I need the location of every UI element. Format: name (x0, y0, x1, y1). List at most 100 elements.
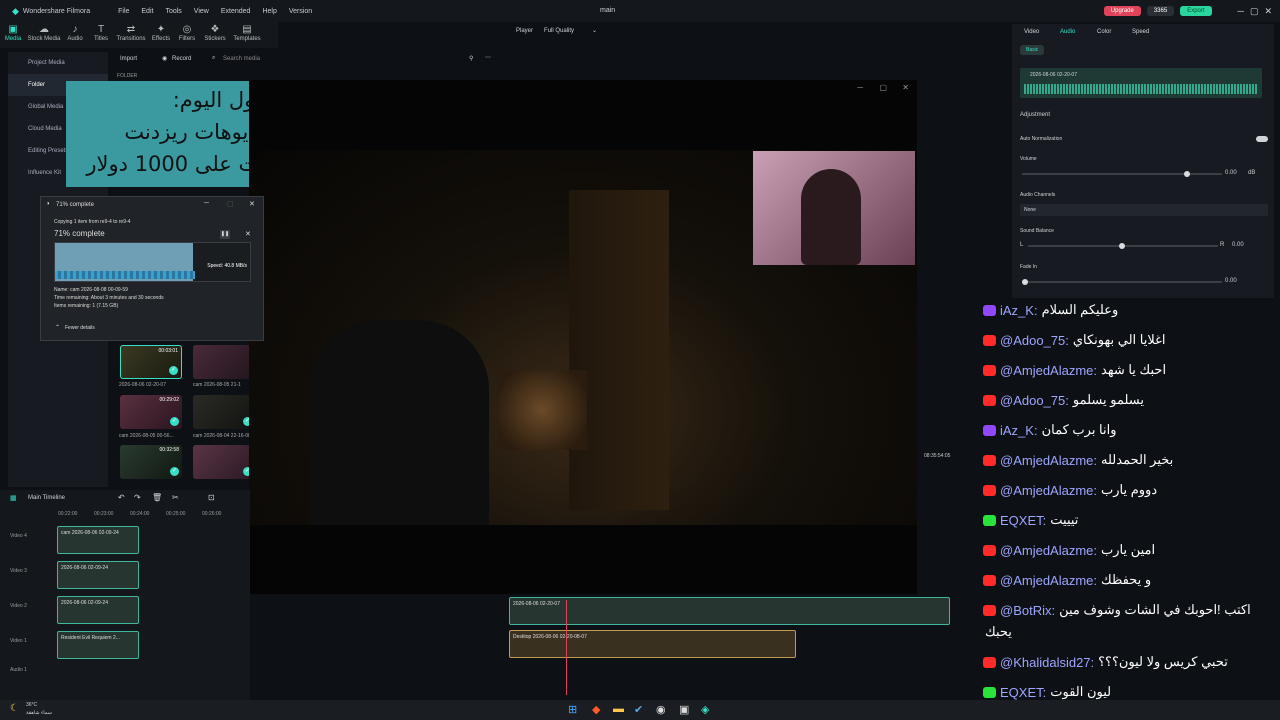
menu-view[interactable]: View (194, 8, 209, 15)
dialog-minimize-icon[interactable]: ─ (204, 200, 209, 207)
dialog-maximize-icon[interactable]: ▢ (227, 200, 234, 208)
volume-value[interactable]: 0.00 (1225, 170, 1237, 176)
record-button[interactable]: Record (172, 56, 191, 62)
obs-icon[interactable]: ◉ (656, 703, 666, 716)
filmora-icon[interactable]: ◈ (701, 703, 709, 716)
tab-video[interactable]: Video (1024, 29, 1039, 35)
upgrade-button[interactable]: Upgrade (1103, 6, 1141, 16)
ribbon-filters[interactable]: ◎ Filters (174, 22, 200, 48)
ribbon-transitions[interactable]: ⇄ Transitions (114, 22, 148, 48)
adjustment-header: Adjustment (1020, 112, 1051, 118)
quality-select[interactable]: Full Quality (544, 28, 574, 34)
menu-tools[interactable]: Tools (165, 8, 181, 15)
tab-color[interactable]: Color (1097, 29, 1111, 35)
minimize-icon[interactable]: ─ (1238, 6, 1244, 16)
volume-knob[interactable] (1184, 171, 1190, 177)
chat-message: @BotRix: اكتب !احوبك في الشات وشوف مين (983, 602, 1280, 618)
media-thumb-1[interactable]: 00:03:01 ✓ (120, 345, 182, 379)
youtube-icon (983, 394, 996, 406)
chat-message: EQXET: تيييت (983, 512, 1280, 528)
audio-channels-value: None (1024, 207, 1036, 213)
chat-text: يسلمو يسلمو (1072, 392, 1144, 407)
steam-icon[interactable]: ✔ (634, 703, 643, 716)
cut-icon[interactable]: ✂ (172, 493, 179, 502)
ribbon-media[interactable]: ▣ Media (0, 22, 26, 48)
media-thumb-5[interactable]: 00:32:58 ✓ (120, 445, 182, 479)
menu-extended[interactable]: Extended (221, 8, 251, 15)
brave-icon[interactable]: ◆ (592, 703, 600, 716)
ribbon-label: Media (4, 36, 22, 42)
ribbon-templates[interactable]: ▤ Templates (230, 22, 264, 48)
redo-icon[interactable]: ↷ (134, 493, 141, 502)
ribbon-label: Stickers (204, 36, 226, 42)
undo-icon[interactable]: ↶ (118, 493, 125, 502)
cancel-copy-icon[interactable]: ✕ (245, 230, 251, 238)
tab-speed[interactable]: Speed (1132, 29, 1149, 35)
menu-version[interactable]: Version (289, 8, 312, 15)
timeline-clip-4[interactable]: Resident Evil Requiem 2... (57, 631, 139, 659)
fade-in-slider[interactable] (1022, 279, 1222, 285)
copy-heading: 71% complete (54, 229, 105, 238)
close-icon[interactable]: ✕ (1264, 6, 1272, 17)
sidebar-item-project-media[interactable]: Project Media (8, 52, 108, 74)
dialog-close-icon[interactable]: ✕ (249, 200, 255, 208)
media-thumb-4[interactable]: ✓ (193, 395, 255, 429)
ribbon-effects[interactable]: ✦ Effects (148, 22, 174, 48)
fade-knob[interactable] (1022, 279, 1028, 285)
menu-edit[interactable]: Edit (141, 8, 153, 15)
timeline-clip-1[interactable]: cam 2026-08-06 02-09-24 (57, 526, 139, 554)
media-thumb-6[interactable]: ✓ (193, 445, 255, 479)
auto-normalization-toggle[interactable] (1256, 136, 1268, 142)
balance-slider[interactable] (1028, 243, 1218, 249)
ruler-3: 00:25:00 (166, 511, 186, 517)
import-button[interactable]: Import (120, 56, 137, 62)
search-input[interactable]: Search media (223, 56, 260, 62)
window-minimize-icon[interactable]: ─ (857, 83, 863, 92)
pause-button[interactable]: ❚❚ (220, 230, 230, 239)
menu-file[interactable]: File (118, 8, 129, 15)
chat-username: EQXET: (1000, 684, 1047, 700)
auto-normalization-label: Auto Normalization (1020, 136, 1063, 142)
player-timecode: 08:35:54:05 (924, 453, 951, 459)
temperature: 36°C (26, 702, 38, 708)
menu-help[interactable]: Help (262, 8, 276, 15)
fewer-details-button[interactable]: Fewer details (65, 325, 95, 331)
titlebar-actions: Upgrade 3365 Export ─ ▢ ✕ (1103, 0, 1280, 22)
filter-icon[interactable]: ⚲ (469, 55, 473, 62)
volume-label: Volume (1020, 156, 1037, 162)
app-icon[interactable]: ▣ (679, 703, 689, 716)
audio-channels-select[interactable]: None (1020, 204, 1268, 216)
timeline-clip-6[interactable]: Desktop 2026-08-06 02-20-08-07 (509, 630, 796, 658)
timeline-clip-2[interactable]: 2026-08-06 02-09-24 (57, 561, 139, 589)
volume-slider[interactable] (1022, 171, 1222, 177)
chat-wrap-line: يحبك (985, 624, 1012, 639)
export-button[interactable]: Export (1180, 6, 1212, 16)
start-icon[interactable]: ⊞ (568, 703, 577, 716)
ribbon-stock-media[interactable]: ☁ Stock Media (26, 22, 62, 48)
media-thumb-3[interactable]: 00:29:02 ✓ (120, 395, 182, 429)
ribbon-stickers[interactable]: ❖ Stickers (200, 22, 230, 48)
basic-chip[interactable]: Basic (1020, 45, 1045, 55)
crop-icon[interactable]: ⊡ (208, 493, 215, 502)
more-icon[interactable]: ⋯ (485, 54, 491, 61)
balance-value[interactable]: 0.00 (1232, 242, 1244, 248)
maximize-icon[interactable]: ▢ (1250, 6, 1259, 17)
media-thumb-2[interactable] (193, 345, 255, 379)
window-close-icon[interactable]: ✕ (902, 83, 909, 92)
timeline-clip-3[interactable]: 2026-08-06 02-09-24 (57, 596, 139, 624)
timeline-clip-5[interactable]: 2026-08-06 02-20-07 (509, 597, 950, 625)
chat-text: تيييت (1050, 512, 1079, 527)
window-maximize-icon[interactable]: ▢ (879, 83, 887, 92)
balance-knob[interactable] (1119, 243, 1125, 249)
folder-icon[interactable]: ▬ (613, 703, 624, 715)
ribbon-audio[interactable]: ♪ Audio (62, 22, 88, 48)
copy-file-name: Name: cam 2026-08-08 00-09-59 (54, 287, 128, 293)
tab-audio[interactable]: Audio (1060, 29, 1075, 35)
ribbon-titles[interactable]: T Titles (88, 22, 114, 48)
chat-text: بخير الحمدلله (1101, 452, 1174, 467)
fade-in-value[interactable]: 0.00 (1225, 278, 1237, 284)
media-toolbar: Import ◉ Record ⌕ Search media ⚲ ⋯ (112, 52, 502, 68)
playhead[interactable] (566, 600, 567, 695)
delete-icon[interactable]: 🗑 (152, 493, 162, 502)
app-titlebar: ◆ Wondershare Filmora File Edit Tools Vi… (0, 0, 1280, 22)
